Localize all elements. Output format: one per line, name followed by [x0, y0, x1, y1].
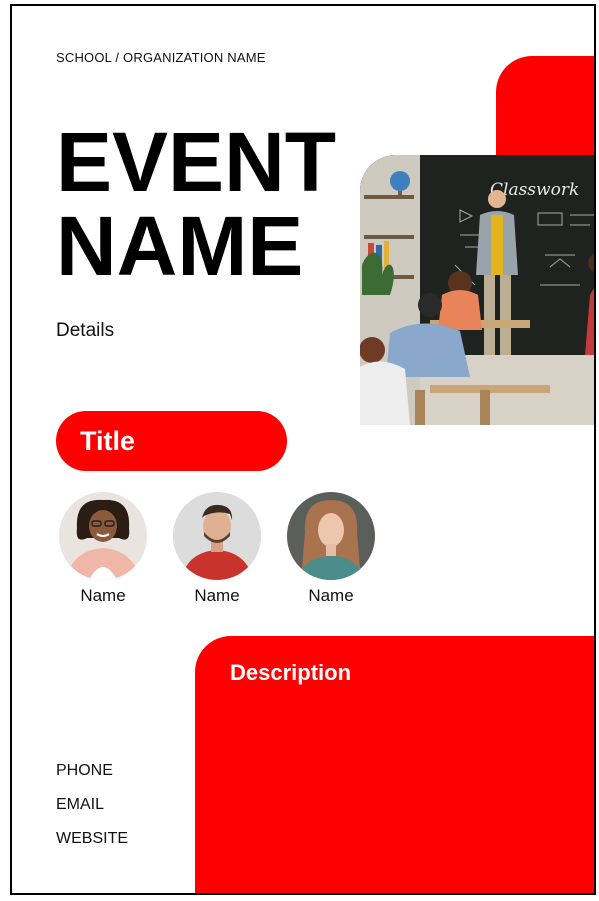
avatar [173, 492, 261, 580]
classroom-photo: Classwork [360, 155, 594, 425]
event-title-line-1: EVENT [56, 115, 337, 209]
event-details: Details [56, 320, 115, 341]
person-name: Name [194, 586, 240, 605]
person-3: Name [286, 492, 376, 606]
avatar [59, 492, 147, 580]
contact-email: EMAIL [56, 796, 105, 813]
contact-phone: PHONE [56, 762, 113, 779]
organization-name: SCHOOL / ORGANIZATION NAME [56, 50, 266, 65]
contact-website: WEBSITE [56, 830, 129, 847]
avatar [287, 492, 375, 580]
event-title-line-2: NAME [56, 199, 304, 293]
description-block: Description [195, 636, 594, 893]
person-1: Name [58, 492, 148, 606]
title-pill-label: Title [80, 425, 136, 456]
title-pill: Title [56, 411, 287, 471]
description-heading: Description [230, 660, 352, 685]
event-title: EVENT NAME [56, 120, 376, 288]
person-name: Name [308, 586, 354, 605]
person-2: Name [172, 492, 262, 606]
flyer-frame: SCHOOL / ORGANIZATION NAME EVENT NAME De… [10, 4, 596, 895]
person-name: Name [80, 586, 126, 605]
